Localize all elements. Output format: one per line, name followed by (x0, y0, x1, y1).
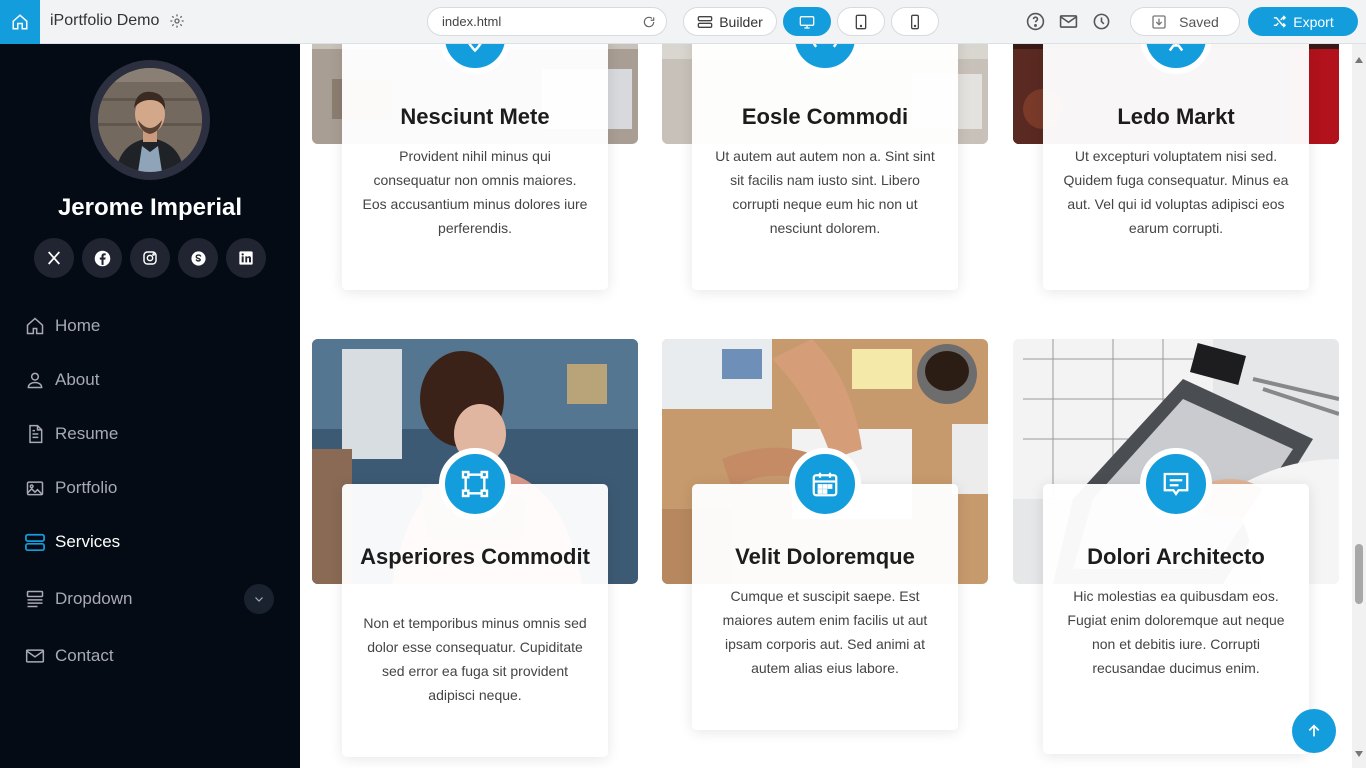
house-icon (24, 315, 46, 337)
phone-icon (911, 14, 919, 29)
tablet-view-button[interactable] (837, 7, 885, 36)
hdd-stack-icon (24, 531, 46, 553)
nav-item-dropdown[interactable]: Dropdown (24, 569, 284, 629)
service-title: Velit Doloremque (735, 544, 915, 569)
service-title: Nesciunt Mete (400, 104, 550, 129)
nav-item-label: About (55, 370, 100, 389)
mail-icon[interactable] (1059, 12, 1078, 36)
facebook-link[interactable] (82, 238, 122, 278)
builder-label: Builder (719, 13, 763, 30)
service-description: Hic molestias ea quibusdam eos. Fugiat e… (1067, 588, 1285, 676)
nav-item-label: Dropdown (55, 589, 133, 608)
nav-item-label: Portfolio (55, 478, 118, 497)
bounding-box-icon (439, 448, 511, 520)
layers-icon (697, 15, 713, 28)
sidebar-nav: Home About Resume Portfolio Services Dro… (24, 299, 284, 683)
service-description: Provident nihil minus qui consequatur no… (362, 148, 588, 236)
saved-label: Saved (1179, 13, 1219, 30)
scroll-up-arrow-icon[interactable] (1355, 50, 1363, 68)
nav-item-services[interactable]: Services (24, 515, 284, 569)
saved-button[interactable]: Saved (1130, 7, 1240, 36)
social-links (34, 238, 266, 278)
house-icon (12, 14, 28, 30)
history-icon[interactable] (1092, 12, 1111, 36)
images-icon (24, 477, 46, 499)
avatar-frame (90, 60, 210, 180)
app-title: iPortfolio Demo (50, 12, 160, 29)
service-title: Dolori Architecto (1087, 544, 1265, 569)
top-toolbar: iPortfolio Demo index.html Builder Saved… (0, 0, 1366, 44)
export-button[interactable]: Export (1248, 7, 1358, 36)
home-button[interactable] (0, 0, 40, 44)
linkedin-link[interactable] (226, 238, 266, 278)
services-section: Nesciunt Mete Eosle Commodi Ledo Markt P… (300, 44, 1352, 768)
avatar (98, 68, 202, 172)
skype-link[interactable] (178, 238, 218, 278)
file-text-icon (24, 423, 46, 445)
reload-icon[interactable] (642, 15, 656, 34)
service-description: Non et temporibus minus omnis sed dolor … (363, 615, 587, 703)
calendar-icon (789, 448, 861, 520)
nav-item-label: Contact (55, 646, 114, 665)
shuffle-icon (1274, 15, 1287, 28)
url-text: index.html (442, 14, 502, 29)
profile-name: Jerome Imperial (57, 194, 243, 221)
nav-item-resume[interactable]: Resume (24, 407, 284, 461)
gear-icon[interactable] (169, 13, 185, 34)
person-icon (24, 369, 46, 391)
tablet-icon (855, 14, 867, 29)
desktop-view-button[interactable] (783, 7, 831, 36)
back-to-top-button[interactable] (1292, 709, 1336, 753)
facebook-icon (94, 250, 110, 266)
download-icon (1152, 14, 1166, 29)
export-label: Export (1293, 13, 1334, 30)
nav-item-contact[interactable]: Contact (24, 629, 284, 683)
instagram-link[interactable] (130, 238, 170, 278)
menu-app-icon (24, 588, 46, 610)
x-twitter-link[interactable] (34, 238, 74, 278)
nav-item-about[interactable]: About (24, 353, 284, 407)
service-description: Ut excepturi voluptatem nisi sed. Quidem… (1063, 148, 1289, 236)
instagram-icon (143, 251, 157, 265)
nav-item-portfolio[interactable]: Portfolio (24, 461, 284, 515)
scroll-down-arrow-icon[interactable] (1355, 744, 1363, 762)
chat-square-text-icon (1140, 448, 1212, 520)
linkedin-icon (239, 251, 253, 265)
skype-icon (190, 250, 206, 266)
nav-item-home[interactable]: Home (24, 299, 284, 353)
service-description: Cumque et suscipit saepe. Est maiores au… (722, 588, 928, 676)
service-description: Ut autem aut autem non a. Sint sint sit … (715, 148, 935, 236)
service-title: Ledo Markt (1117, 104, 1235, 129)
desktop-icon (799, 15, 815, 29)
chevron-down-icon[interactable] (244, 584, 274, 614)
service-title: Eosle Commodi (741, 104, 909, 129)
x-twitter-icon (48, 251, 60, 265)
nav-item-label: Home (55, 316, 101, 335)
phone-view-button[interactable] (891, 7, 939, 36)
envelope-icon (24, 645, 46, 667)
page-scrollbar[interactable] (1352, 44, 1366, 768)
nav-item-label: Resume (55, 424, 119, 443)
url-field[interactable]: index.html (427, 7, 667, 36)
builder-button[interactable]: Builder (683, 7, 777, 36)
nav-item-label: Services (55, 532, 121, 551)
sidebar: Jerome Imperial Home About Resume Portfo… (0, 44, 300, 768)
service-title: Asperiores Commodit (360, 544, 590, 569)
scroll-thumb[interactable] (1355, 544, 1363, 604)
help-icon[interactable] (1026, 12, 1045, 36)
arrow-up-icon (1308, 724, 1320, 737)
